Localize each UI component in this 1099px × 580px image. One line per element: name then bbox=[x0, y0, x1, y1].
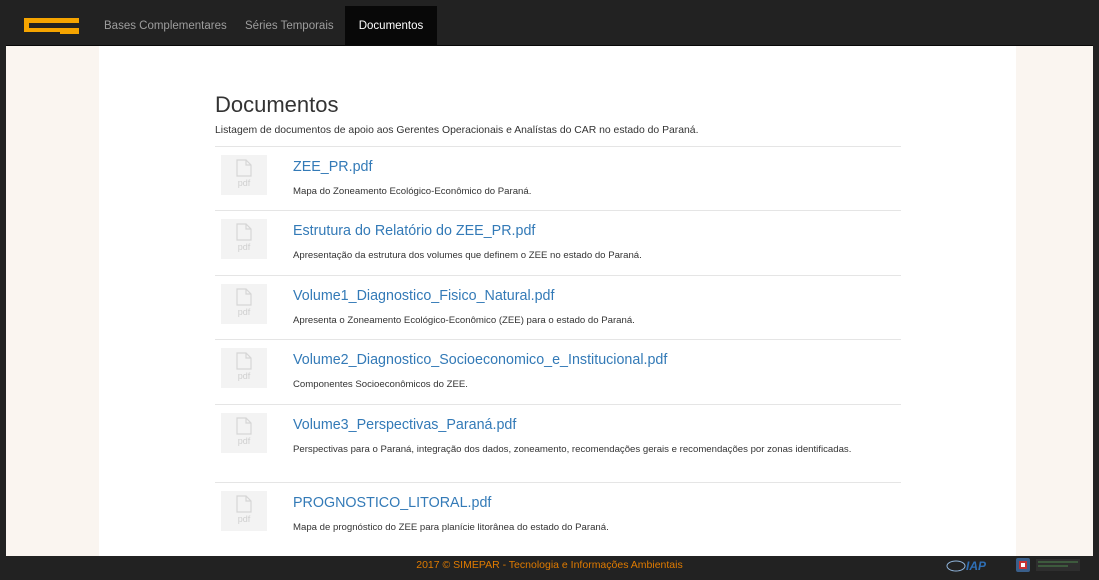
document-link[interactable]: Volume2_Diagnostico_Socioeconomico_e_Ins… bbox=[293, 352, 667, 368]
browser-frame: Bases Complementares Séries Temporais Do… bbox=[6, 6, 1093, 574]
pdf-file-icon[interactable]: pdf bbox=[221, 491, 267, 531]
government-logo bbox=[1036, 559, 1080, 571]
page-description: Listagem de documentos de apoio aos Gere… bbox=[215, 125, 699, 136]
document-description: Apresentação da estrutura dos volumes qu… bbox=[293, 250, 642, 261]
document-description: Mapa de prognóstico do ZEE para planície… bbox=[293, 522, 609, 533]
partner-logos: IAP bbox=[946, 558, 1080, 573]
parana-coat-of-arms-icon bbox=[1016, 558, 1030, 572]
pdf-icon-label: pdf bbox=[237, 514, 251, 524]
list-item: pdf Estrutura do Relatório do ZEE_PR.pdf… bbox=[215, 210, 901, 275]
document-description: Componentes Socioeconômicos do ZEE. bbox=[293, 379, 468, 390]
iap-logo-text: IAP bbox=[966, 559, 987, 573]
document-description: Mapa do Zoneamento Ecológico-Econômico d… bbox=[293, 186, 532, 197]
pdf-file-icon[interactable]: pdf bbox=[221, 413, 267, 453]
nav-series-temporais[interactable]: Séries Temporais bbox=[237, 6, 342, 46]
simepar-logo[interactable] bbox=[24, 16, 79, 36]
pdf-file-icon[interactable]: pdf bbox=[221, 284, 267, 324]
nav-bases-complementares[interactable]: Bases Complementares bbox=[96, 6, 235, 46]
document-link[interactable]: ZEE_PR.pdf bbox=[293, 159, 372, 175]
navbar: Bases Complementares Séries Temporais Do… bbox=[6, 6, 1093, 46]
document-link[interactable]: PROGNOSTICO_LITORAL.pdf bbox=[293, 495, 491, 511]
pdf-file-icon[interactable]: pdf bbox=[221, 155, 267, 195]
pdf-file-icon[interactable]: pdf bbox=[221, 348, 267, 388]
document-description: Apresenta o Zoneamento Ecológico-Econômi… bbox=[293, 315, 635, 326]
pdf-icon-label: pdf bbox=[237, 242, 251, 252]
pdf-icon-label: pdf bbox=[237, 178, 251, 188]
document-link[interactable]: Volume1_Diagnostico_Fisico_Natural.pdf bbox=[293, 288, 554, 304]
pdf-icon-label: pdf bbox=[237, 371, 251, 381]
pdf-icon-label: pdf bbox=[237, 436, 251, 446]
pdf-icon-label: pdf bbox=[237, 307, 251, 317]
document-link[interactable]: Estrutura do Relatório do ZEE_PR.pdf bbox=[293, 223, 535, 239]
nav-documentos[interactable]: Documentos bbox=[345, 6, 437, 46]
page-title: Documentos bbox=[215, 92, 339, 117]
list-item: pdf Volume2_Diagnostico_Socioeconomico_e… bbox=[215, 339, 901, 404]
document-link[interactable]: Volume3_Perspectivas_Paraná.pdf bbox=[293, 417, 516, 433]
footer-copyright: 2017 © SIMEPAR - Tecnologia e Informaçõe… bbox=[416, 559, 683, 571]
main-content: Documentos Listagem de documentos de apo… bbox=[99, 46, 1016, 556]
list-item: pdf ZEE_PR.pdf Mapa do Zoneamento Ecológ… bbox=[215, 146, 901, 210]
footer: 2017 © SIMEPAR - Tecnologia e Informaçõe… bbox=[6, 556, 1093, 574]
pdf-file-icon[interactable]: pdf bbox=[221, 219, 267, 259]
iap-logo: IAP bbox=[946, 559, 987, 573]
document-description: Perspectivas para o Paraná, integração d… bbox=[293, 444, 852, 455]
list-item: pdf Volume3_Perspectivas_Paraná.pdf Pers… bbox=[215, 404, 901, 482]
list-item: pdf Volume1_Diagnostico_Fisico_Natural.p… bbox=[215, 275, 901, 339]
list-item: pdf PROGNOSTICO_LITORAL.pdf Mapa de prog… bbox=[215, 482, 901, 546]
